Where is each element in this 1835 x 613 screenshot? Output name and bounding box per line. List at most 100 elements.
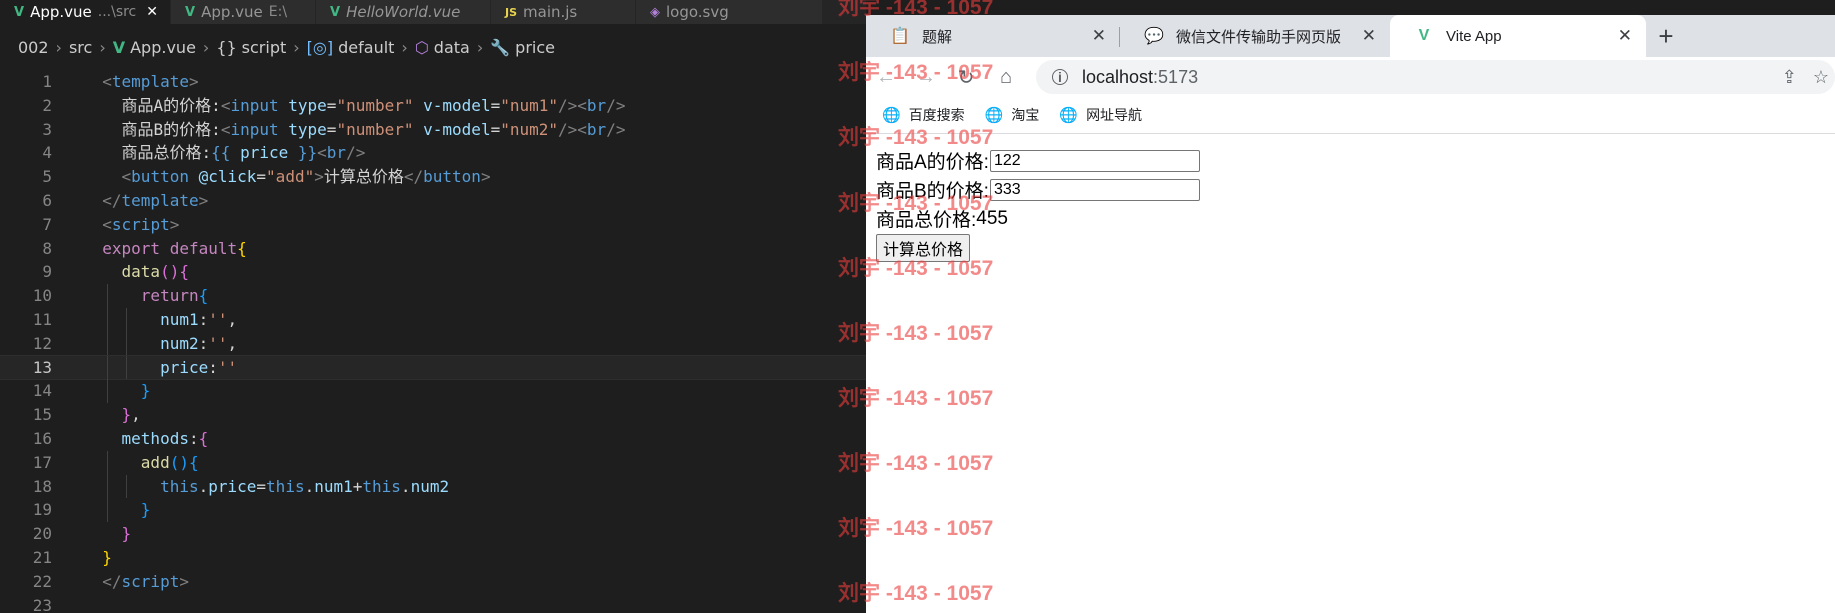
line-number: 20 (32, 524, 52, 544)
share-icon[interactable]: ⇪ (1782, 67, 1797, 88)
breadcrumb-item[interactable]: 002 (18, 38, 49, 57)
product-b-input[interactable] (989, 178, 1200, 201)
code-token: 商品总价格: (121, 143, 212, 163)
code-token: price (208, 476, 257, 496)
code-line[interactable]: 22 </script> (0, 570, 866, 594)
bookmark-nav[interactable]: 🌐 网址导航 (1059, 105, 1142, 125)
code-token: > (198, 190, 209, 210)
bookmark-taobao[interactable]: 🌐 淘宝 (985, 105, 1040, 125)
code-token: . (304, 476, 315, 496)
code-token: {{ (211, 143, 231, 163)
close-icon[interactable]: ✕ (1092, 26, 1106, 46)
code-text: } (83, 522, 132, 546)
cube-icon: ⬡ (414, 37, 429, 57)
indent-guide (107, 307, 109, 332)
browser-tab-tijie[interactable]: 📋 题解 ✕ (866, 15, 1120, 57)
breadcrumb-item[interactable]: price (515, 38, 555, 57)
indent-guide (126, 331, 128, 356)
code-line[interactable]: 1 <template> (0, 70, 866, 94)
calculate-total-button[interactable]: 计算总价格 (876, 233, 971, 262)
browser-tab-vite-app[interactable]: V Vite App ✕ (1390, 15, 1646, 57)
code-token: (){ (169, 452, 199, 472)
code-line[interactable]: 14 } (0, 379, 866, 404)
code-line[interactable]: 6 </template> (0, 189, 866, 213)
code-token: data (121, 262, 161, 282)
code-token: }} (297, 143, 318, 163)
code-line[interactable]: 4 商品总价格:{{ price }}<br/> (0, 141, 866, 165)
tab-path: ...\src (97, 4, 137, 20)
code-area[interactable]: 1 <template> 2 商品A的价格:<input type="number… (0, 70, 866, 613)
product-a-input[interactable] (989, 149, 1200, 172)
code-line[interactable]: 16 methods:{ (0, 427, 866, 451)
code-line[interactable]: 13 price:'' (0, 354, 866, 381)
line-number: 13 (32, 357, 52, 377)
code-token: </ (102, 190, 122, 210)
forward-arrow-icon[interactable]: → (906, 66, 946, 89)
code-line[interactable]: 17 add(){ (0, 450, 866, 475)
clipboard-icon: 📋 (890, 28, 910, 45)
code-line[interactable]: 8 export default{ (0, 237, 866, 261)
code-token: = (326, 119, 337, 139)
breadcrumb-item[interactable]: App.vue (130, 38, 196, 57)
chevron-right-icon: › (401, 37, 408, 57)
editor-tab-logo-svg[interactable]: ◈ logo.svg (636, 0, 823, 24)
code-line[interactable]: 12 num2:'', (0, 331, 866, 356)
close-icon[interactable]: ✕ (1618, 26, 1632, 46)
code-line[interactable]: 21 } (0, 546, 866, 570)
line-number: 6 (42, 190, 52, 210)
code-token: v-model (423, 119, 491, 139)
editor-tab-app-vue-src[interactable]: V App.vue ...\src ✕ (0, 0, 171, 24)
code-line[interactable]: 19 } (0, 498, 866, 523)
code-line[interactable]: 23 (0, 594, 866, 613)
breadcrumb-item[interactable]: default (338, 38, 394, 57)
bookmark-star-icon[interactable]: ☆ (1813, 67, 1829, 88)
code-text: 商品A的价格:<input type="number" v-model="num… (83, 94, 626, 118)
address-bar[interactable]: i localhost:5173 ⇪ ☆ (1036, 60, 1835, 94)
new-tab-button[interactable]: + (1646, 15, 1686, 57)
breadcrumb-item[interactable]: data (434, 38, 470, 57)
code-token: methods (121, 428, 189, 448)
bookmark-baidu[interactable]: 🌐 百度搜索 (882, 105, 965, 125)
code-token: "number" (336, 95, 414, 115)
breadcrumb-item[interactable]: src (69, 38, 92, 57)
code-token: : (198, 333, 209, 353)
vue-logo-icon: V (1418, 27, 1430, 44)
code-line[interactable]: 2 商品A的价格:<input type="number" v-model="n… (0, 94, 866, 118)
code-line[interactable]: 7 <script> (0, 213, 866, 237)
line-number: 7 (42, 214, 52, 234)
code-token: > (480, 167, 491, 187)
info-icon[interactable]: i (1052, 69, 1068, 85)
reload-icon[interactable]: ↻ (946, 65, 986, 90)
code-line[interactable]: 9 data(){ (0, 260, 866, 284)
code-text: add(){ (83, 451, 199, 475)
code-line[interactable]: 11 num1:'', (0, 307, 866, 332)
code-line[interactable]: 15 }, (0, 403, 866, 427)
code-token: > (314, 167, 324, 187)
tab-label: App.vue (201, 3, 263, 21)
editor-tab-helloworld-vue[interactable]: V HelloWorld.vue (316, 0, 491, 24)
code-token: "number" (336, 119, 414, 139)
editor-tab-main-js[interactable]: JS main.js (491, 0, 636, 24)
code-token: { (198, 286, 209, 306)
line-number: 21 (32, 547, 52, 567)
code-token: num2 (160, 333, 199, 353)
code-line[interactable]: 5 <button @click="add">计算总价格</button> (0, 165, 866, 189)
back-arrow-icon[interactable]: ← (866, 66, 906, 89)
code-line[interactable]: 20 } (0, 522, 866, 546)
close-icon[interactable]: ✕ (146, 4, 158, 20)
editor-tab-app-vue-e[interactable]: V App.vue E:\ (171, 0, 316, 24)
indent-guide (126, 474, 128, 499)
code-line[interactable]: 10 return{ (0, 284, 866, 308)
code-line[interactable]: 18 this.price=this.num1+this.num2 (0, 474, 866, 499)
breadcrumb-item[interactable]: script (242, 38, 287, 57)
close-icon[interactable]: ✕ (1362, 26, 1376, 46)
code-token: = (256, 476, 267, 496)
code-line[interactable]: 3 商品B的价格:<input type="number" v-model="n… (0, 118, 866, 142)
tab-label: HelloWorld.vue (346, 3, 461, 21)
home-icon[interactable]: ⌂ (986, 66, 1026, 89)
bookmark-label: 百度搜索 (908, 107, 965, 123)
line-number: 5 (42, 167, 52, 187)
browser-tab-wechat[interactable]: 💬 微信文件传输助手网页版 ✕ (1120, 15, 1390, 57)
